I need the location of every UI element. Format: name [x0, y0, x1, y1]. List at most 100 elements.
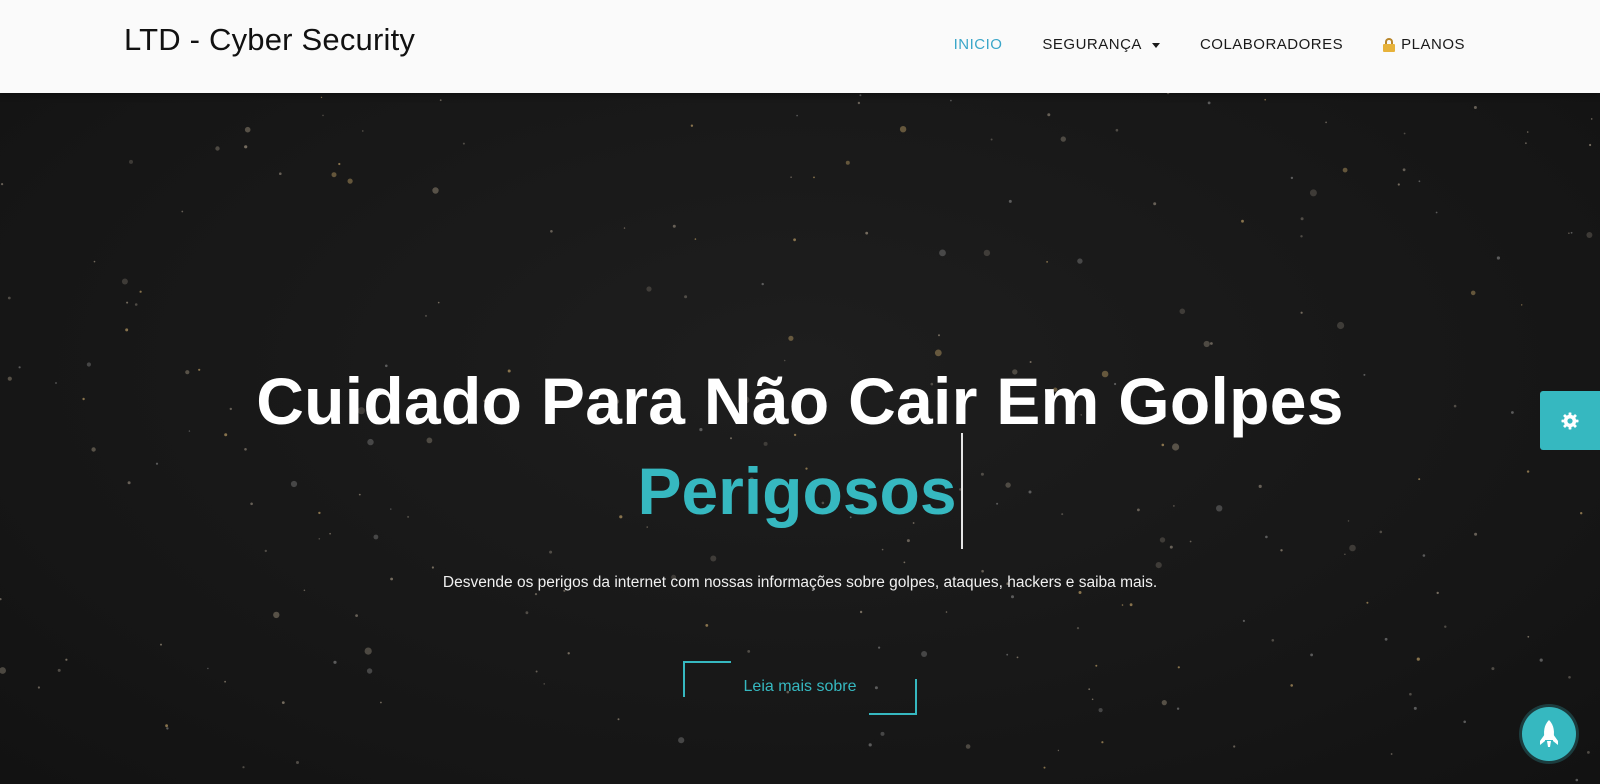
star-dot — [1016, 656, 1019, 659]
star-dot — [1088, 688, 1091, 691]
star-dot — [903, 561, 906, 564]
star-dot — [1121, 604, 1124, 606]
star-dot — [1366, 601, 1369, 604]
star-dot — [921, 651, 928, 657]
star-dot — [1568, 232, 1570, 234]
star-dot — [1207, 101, 1211, 105]
star-dot — [1177, 666, 1180, 669]
nav-item-label: INICIO — [953, 36, 1003, 53]
star-dot — [0, 667, 6, 674]
star-dot — [366, 668, 373, 674]
star-dot — [1525, 142, 1527, 145]
star-dot — [181, 210, 184, 213]
star-dot — [364, 647, 372, 655]
star-dot — [783, 359, 786, 362]
star-dot — [1172, 443, 1180, 451]
star-dot — [281, 701, 285, 704]
star-dot — [215, 146, 220, 151]
star-dot — [1587, 751, 1590, 754]
star-dot — [57, 668, 61, 672]
gear-icon — [1561, 412, 1579, 429]
button-corner-bottom-right — [869, 679, 917, 715]
star-dot — [857, 101, 861, 105]
nav-item-label: COLABORADORES — [1199, 36, 1344, 53]
star-dot — [1589, 143, 1592, 147]
star-dot — [525, 611, 529, 615]
star-dot — [65, 658, 68, 661]
nav-item-seguranca[interactable]: SEGURANÇA — [1042, 34, 1160, 56]
star-dot — [244, 126, 251, 133]
star-dot — [950, 99, 952, 102]
hero-typed-line: Perigosos — [0, 433, 1600, 549]
star-dot — [690, 124, 694, 127]
star-dot — [1491, 667, 1495, 671]
read-more-button[interactable]: Leia mais sobre — [683, 661, 917, 715]
star-dot — [865, 231, 869, 235]
star-dot — [125, 328, 129, 332]
hero-typed-word: Perigosos — [637, 454, 957, 528]
star-dot — [1344, 553, 1346, 555]
star-dot — [672, 224, 676, 228]
star-dot — [139, 290, 142, 293]
star-dot — [705, 624, 709, 627]
star-dot — [1057, 749, 1060, 752]
star-dot — [1264, 98, 1266, 101]
star-dot — [1046, 261, 1048, 263]
nav-item-colaboradores[interactable]: COLABORADORES — [1200, 34, 1343, 56]
star-dot — [1309, 189, 1317, 197]
star-dot — [1091, 698, 1094, 701]
star-dot — [793, 238, 796, 242]
star-dot — [224, 680, 227, 683]
star-dot — [1418, 180, 1421, 183]
star-dot — [37, 686, 41, 689]
star-dot — [126, 301, 129, 304]
star-dot — [617, 718, 620, 721]
star-dot — [1496, 256, 1500, 260]
star-dot — [1422, 554, 1426, 557]
star-dot — [543, 683, 545, 685]
star-dot — [1290, 176, 1294, 180]
star-dot — [1390, 753, 1393, 755]
star-dot — [1444, 625, 1447, 628]
star-dot — [1300, 235, 1303, 238]
star-dot — [646, 286, 652, 292]
nav-item-planos[interactable]: PLANOS — [1383, 34, 1465, 56]
nav-menu: INICIO SEGURANÇA COLABORADORES PLANOS — [914, 34, 1465, 56]
hero-title: Cuidado Para Não Cair Em Golpes — [256, 364, 1344, 438]
star-dot — [761, 282, 764, 286]
star-dot — [1271, 639, 1275, 642]
nav-item-inicio[interactable]: INICIO — [954, 34, 1003, 56]
star-dot — [1060, 136, 1067, 142]
scroll-to-top-button[interactable] — [1522, 707, 1576, 761]
star-dot — [549, 550, 553, 554]
star-dot — [813, 176, 815, 179]
star-dot — [1527, 635, 1530, 638]
star-dot — [331, 172, 337, 178]
star-dot — [1342, 167, 1348, 173]
nav-item-label: PLANOS — [1401, 36, 1465, 53]
star-dot — [1413, 706, 1417, 710]
star-dot — [567, 652, 570, 655]
star-dot — [868, 743, 872, 747]
star-dot — [1095, 664, 1098, 667]
star-dot — [1210, 342, 1213, 345]
star-dot — [1161, 443, 1165, 447]
star-dot — [1409, 692, 1412, 696]
settings-toggle-button[interactable] — [1540, 391, 1600, 450]
star-dot — [859, 94, 862, 97]
star-dot — [362, 130, 364, 132]
star-dot — [1241, 219, 1244, 223]
star-dot — [207, 667, 209, 670]
star-dot — [684, 295, 688, 299]
star-dot — [296, 761, 299, 764]
star-dot — [367, 438, 374, 446]
star-dot — [1129, 603, 1133, 607]
star-dot — [983, 249, 991, 257]
star-dot — [1416, 657, 1420, 661]
star-dot — [878, 646, 881, 649]
hero-section: Cuidado Para Não Cair Em Golpes Perigoso… — [0, 93, 1600, 784]
star-dot — [160, 643, 162, 646]
star-dot — [432, 187, 439, 194]
brand-logo-text[interactable]: LTD - Cyber Security — [124, 22, 415, 58]
star-dot — [981, 569, 984, 573]
